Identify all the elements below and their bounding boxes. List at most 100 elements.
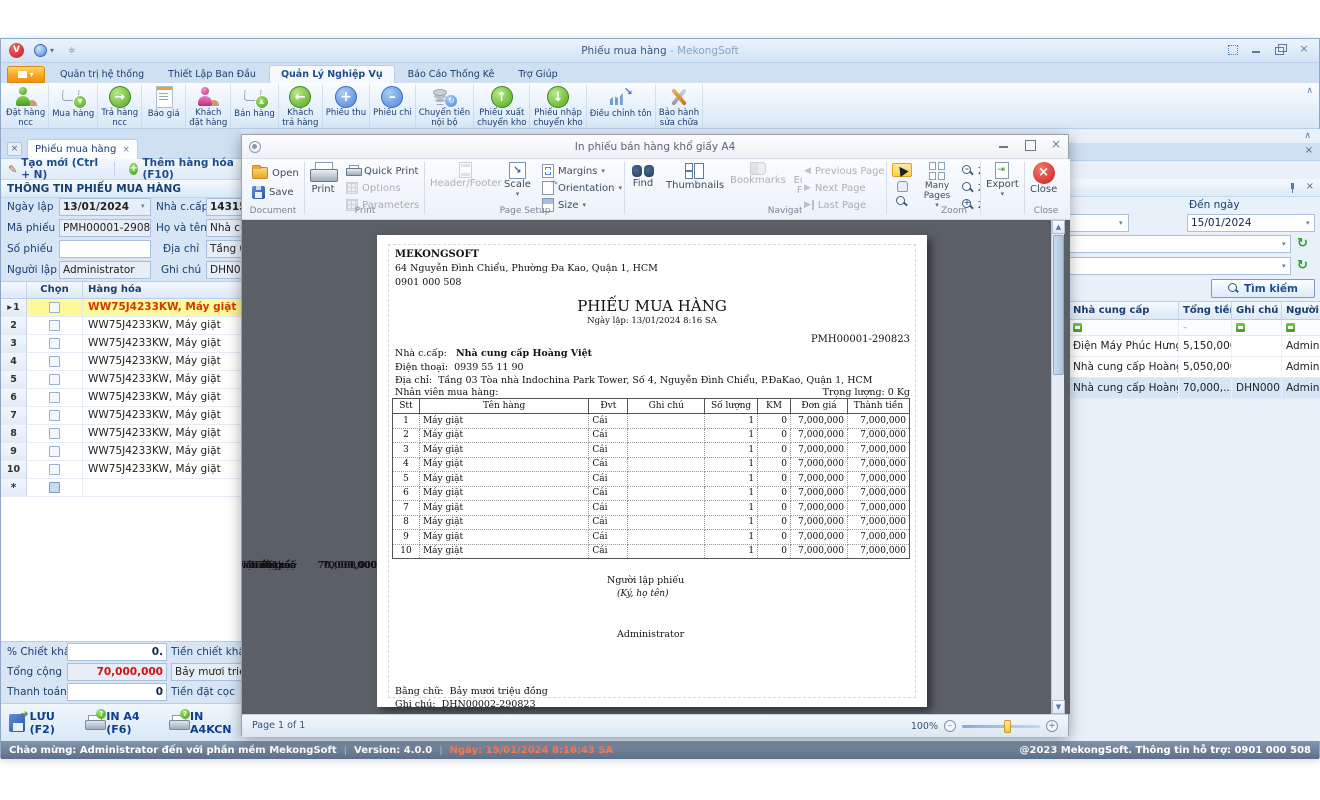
print-a4kcn-button[interactable]: ? IN A4KCN <box>169 710 241 736</box>
checkbox[interactable] <box>49 392 60 403</box>
item-cell[interactable]: WW75J4233KW, Máy giặt <box>83 299 241 316</box>
checkbox[interactable] <box>49 338 60 349</box>
row-select-cell[interactable] <box>27 407 83 424</box>
new-row[interactable]: * <box>1 479 241 497</box>
many-pages-button[interactable]: Many Pages▾ <box>916 162 958 209</box>
ribbon-button[interactable]: Đặt hàng ncc <box>3 84 49 128</box>
so-phieu-field[interactable] <box>59 240 151 258</box>
table-row[interactable]: 2 WW75J4233KW, Máy giặt <box>1 317 241 335</box>
note-cell[interactable]: DHN000... <box>1232 378 1282 398</box>
export-button[interactable]: Export▾ <box>986 162 1019 198</box>
ribbon-button[interactable]: Bảo hành sửa chữa <box>656 84 703 128</box>
close-icon[interactable]: × <box>1306 181 1314 192</box>
ribbon-button[interactable]: Phiếu thu <box>323 84 370 128</box>
checkbox[interactable] <box>49 428 60 439</box>
col-ghi-chu[interactable]: Ghi chú <box>1232 302 1282 319</box>
table-row[interactable]: 5 WW75J4233KW, Máy giặt <box>1 371 241 389</box>
zoom-out-icon[interactable]: – <box>944 720 956 732</box>
item-column-header[interactable]: Hàng hóa <box>83 282 241 298</box>
ribbon-button[interactable]: Trả hàng ncc <box>98 84 142 128</box>
table-row[interactable]: Nhà cung cấp Hoàng ... 70,000,... DHN000… <box>1069 378 1320 399</box>
margins-button[interactable]: Margins▾ <box>542 164 605 178</box>
item-cell[interactable]: WW75J4233KW, Máy giặt <box>83 407 241 424</box>
table-row[interactable]: 3 WW75J4233KW, Máy giặt <box>1 335 241 353</box>
supplier-cell[interactable]: Điện Máy Phúc Hưng <box>1069 336 1179 356</box>
nha-ccap-field[interactable]: 14315, Nhà cung cấp Hoàng Việt <box>206 198 241 216</box>
thumbnails-button[interactable]: Thumbnails <box>666 162 724 191</box>
filter-operator-icon[interactable]: – <box>1183 323 1188 333</box>
checkbox[interactable] <box>49 482 60 493</box>
print-button[interactable]: Print <box>310 162 336 195</box>
checkbox[interactable] <box>49 410 60 421</box>
preview-scrollbar[interactable]: ▲ ▼ <box>1051 220 1064 714</box>
ribbon-tab[interactable]: Quản Lý Nghiệp Vụ <box>269 65 395 83</box>
row-select-cell[interactable] <box>27 353 83 370</box>
refresh-icon[interactable]: ↻ <box>1297 258 1312 273</box>
ribbon-button[interactable]: Mua hàng <box>49 84 98 128</box>
row-select-cell[interactable] <box>27 317 83 334</box>
ribbon-button[interactable]: Khách trả hàng <box>279 84 323 128</box>
checkbox[interactable] <box>49 374 60 385</box>
print-a4-button[interactable]: ? IN A4 (F6) <box>85 710 161 736</box>
ma-phieu-field[interactable]: PMH00001-290823 <box>59 219 151 237</box>
item-cell[interactable]: WW75J4233KW, Máy giặt <box>83 425 241 442</box>
user-cell[interactable]: Administrator <box>1282 357 1320 377</box>
row-select-cell[interactable] <box>27 371 83 388</box>
note-cell[interactable] <box>1232 357 1282 377</box>
zoom-slider-track[interactable] <box>962 725 1040 728</box>
checkbox[interactable] <box>49 464 60 475</box>
table-row[interactable]: 1 WW75J4233KW, Máy giặt <box>1 299 241 317</box>
hand-tool-button[interactable] <box>892 179 912 193</box>
zoom-slider-thumb[interactable] <box>1004 720 1011 733</box>
ribbon-tab[interactable]: Báo Cáo Thống Kê <box>397 65 506 83</box>
ngay-lap-field[interactable]: 13/01/2024 <box>59 198 151 216</box>
table-row[interactable]: 6 WW75J4233KW, Máy giặt <box>1 389 241 407</box>
chevron-down-icon[interactable]: ▾ <box>1282 240 1286 248</box>
table-row[interactable]: Nhà cung cấp Hoàng ... 5,050,000 Adminis… <box>1069 357 1320 378</box>
col-nha-cung-cap[interactable]: Nhà cung cấp <box>1069 302 1179 319</box>
col-tong-tien[interactable]: Tổng tiền <box>1179 302 1232 319</box>
fullscreen-icon[interactable] <box>1225 43 1239 55</box>
preview-viewer[interactable]: MEKONGSOFT 64 Nguyễn Đình Chiểu, Phường … <box>242 220 1070 714</box>
orientation-button[interactable]: Orientation▾ <box>542 181 622 195</box>
filter-icon[interactable] <box>1073 323 1082 332</box>
minimize-icon[interactable] <box>1249 43 1263 55</box>
ribbon-button[interactable]: Phiếu nhập chuyển kho <box>530 84 586 128</box>
item-cell[interactable]: WW75J4233KW, Máy giặt <box>83 461 241 478</box>
ribbon-button[interactable]: Điều chỉnh tồn <box>587 84 656 128</box>
row-select-cell[interactable] <box>27 425 83 442</box>
scroll-up-icon[interactable]: ▲ <box>1052 220 1065 234</box>
ribbon-button[interactable]: Khách đặt hàng <box>186 84 231 128</box>
ghi-chu-field[interactable]: DHN00002-290823 <box>206 261 241 279</box>
chiet-khau-field[interactable]: 0. <box>67 643 167 661</box>
new-record-button[interactable]: Tạo mới (Ctrl + N) <box>21 157 104 181</box>
ribbon-button[interactable]: Báo giá <box>142 84 186 128</box>
new-row-select-cell[interactable] <box>27 479 83 496</box>
item-cell[interactable]: WW75J4233KW, Máy giặt <box>83 443 241 460</box>
tab-phieu-mua-hang[interactable]: Phiếu mua hàng × <box>27 139 138 159</box>
scroll-down-icon[interactable]: ▼ <box>1052 700 1065 714</box>
select-column-header[interactable]: Chọn <box>27 282 83 298</box>
item-cell[interactable]: WW75J4233KW, Máy giặt <box>83 317 241 334</box>
find-button[interactable]: Find <box>632 162 654 189</box>
checkbox[interactable] <box>49 356 60 367</box>
nguoi-lap-field[interactable]: Administrator <box>59 261 151 279</box>
close-icon[interactable]: × <box>1050 139 1062 151</box>
chevron-down-icon[interactable]: ▾ <box>1306 219 1310 227</box>
item-cell[interactable]: WW75J4233KW, Máy giặt <box>83 353 241 370</box>
new-item-cell[interactable] <box>83 479 241 496</box>
restore-icon[interactable] <box>1273 43 1287 55</box>
close-icon[interactable]: × <box>1305 145 1313 156</box>
table-row[interactable]: 8 WW75J4233KW, Máy giặt <box>1 425 241 443</box>
ribbon-collapse-icon[interactable]: ∧ <box>1306 86 1313 96</box>
zoom-in-icon[interactable]: + <box>1046 720 1058 732</box>
den-ngay-field[interactable]: 15/01/2024 <box>1187 214 1315 232</box>
scale-button[interactable]: ↘Scale▾ <box>504 162 531 198</box>
pointer-tool-button[interactable] <box>892 163 912 177</box>
ribbon-button[interactable]: Chuyển tiền nội bộ <box>416 84 474 128</box>
ribbon-tab[interactable]: Thiết Lập Ban Đầu <box>157 65 267 83</box>
maximize-icon[interactable] <box>1024 139 1036 151</box>
table-row[interactable]: 9 WW75J4233KW, Máy giặt <box>1 443 241 461</box>
ribbon-button[interactable]: Bán hàng <box>231 84 279 128</box>
note-cell[interactable] <box>1232 336 1282 356</box>
